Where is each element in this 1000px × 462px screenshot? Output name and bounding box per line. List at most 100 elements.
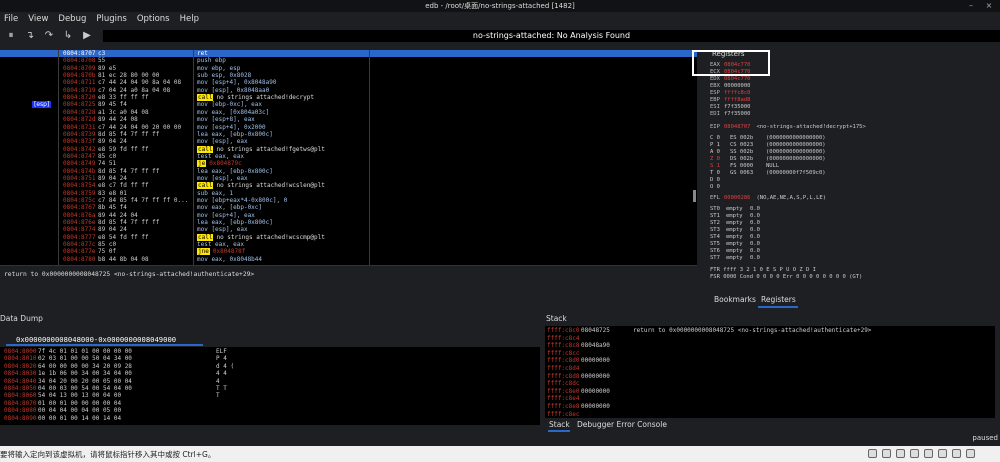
instruction-text: mov [ebp+eax*4-0x800c], 0 bbox=[197, 197, 288, 204]
dump-hex: 01 00 01 00 00 00 00 04 bbox=[38, 399, 122, 407]
flag-row[interactable]: A 0 SS 002b (0000000000000000) bbox=[710, 149, 826, 156]
flag-row[interactable]: Z 0 DS 002b (0000000000000000) bbox=[710, 156, 826, 163]
stack-tabs: Stack Debugger Error Console bbox=[545, 418, 1000, 432]
dump-hex: 34 04 20 00 20 00 05 00 04 bbox=[38, 377, 132, 385]
menu-file[interactable]: File bbox=[4, 14, 18, 24]
segment-desc: (0000000000000000) bbox=[766, 156, 826, 162]
stack-address: ffff:c8c8 bbox=[547, 342, 580, 350]
call-keyword: call bbox=[197, 233, 214, 241]
fpu-row[interactable]: ST5 empty 0.0 bbox=[710, 241, 760, 248]
fpu-status: empty bbox=[726, 213, 743, 219]
dump-address: 0804:8070 bbox=[4, 399, 37, 407]
register-row-efl[interactable]: EFL 00000286 (NO,AE,NE,A,S,P,L,LE) bbox=[710, 195, 826, 202]
dump-address: 0804:8040 bbox=[4, 377, 37, 385]
register-value: f7f35000 bbox=[724, 111, 751, 117]
device-icon[interactable] bbox=[910, 449, 919, 458]
flag-row[interactable]: T 0 GS 0063 (00000000f7f509c0) bbox=[710, 170, 826, 177]
dump-ascii: 4 bbox=[216, 377, 220, 385]
fpu-name: ST3 bbox=[710, 227, 720, 233]
fpu-status: empty bbox=[726, 220, 743, 226]
fpu-value: 0.0 bbox=[750, 241, 760, 247]
register-row[interactable]: EBP ffff8ad8 bbox=[710, 97, 751, 104]
device-icon[interactable] bbox=[938, 449, 947, 458]
close-icon[interactable]: × bbox=[984, 1, 994, 11]
stack-view[interactable]: ffff:c8c0 08048725 return to 0x00000000080… bbox=[545, 326, 995, 418]
disasm-row[interactable]: 0804:8780 b8 44 8b 04 08 mov eax, 0x8048b4… bbox=[0, 256, 697, 264]
instruction-text: mov [esp], eax bbox=[197, 174, 248, 182]
register-value: 0804c770 bbox=[724, 76, 751, 82]
dump-ascii: d 4 ( bbox=[216, 362, 235, 370]
menu-help[interactable]: Help bbox=[180, 14, 199, 24]
register-name: EFL bbox=[710, 195, 720, 201]
tab-stack[interactable]: Stack bbox=[549, 420, 570, 429]
step-into-icon[interactable]: ↴ bbox=[23, 29, 37, 43]
dump-hex: 64 00 00 00 00 34 20 09 28 bbox=[38, 362, 132, 370]
tab-bookmarks[interactable]: Bookmarks bbox=[714, 295, 756, 304]
fpu-row[interactable]: ST1 empty 0.0 bbox=[710, 213, 760, 220]
register-row[interactable]: ESP ffffc8c0 bbox=[710, 90, 751, 97]
tab-debugger-error-console[interactable]: Debugger Error Console bbox=[577, 420, 667, 429]
flag-value: C 0 bbox=[710, 135, 720, 141]
window-title: edb - /root/桌面/no-strings-attached [1482… bbox=[425, 2, 575, 10]
pause-icon[interactable]: ⏸ bbox=[4, 29, 18, 43]
flag-row[interactable]: O 0 bbox=[710, 184, 766, 191]
dump-range-tab[interactable]: 0x0000000008048000-0x0000000008049000 bbox=[16, 335, 176, 344]
fpu-row[interactable]: ST0 empty 0.0 bbox=[710, 206, 760, 213]
fpu-row[interactable]: ST2 empty 0.0 bbox=[710, 220, 760, 227]
registers-panel[interactable]: EAX 0804c770 ECX 0804c770 EDX 0804c770 EBX 0000… bbox=[700, 50, 990, 290]
data-dump-view[interactable]: 0804:8000 7f 4c 01 01 01 00 00 00 00 ELF 08… bbox=[0, 347, 540, 425]
dump-hex: 02 03 01 00 00 50 04 34 00 bbox=[38, 355, 132, 363]
segment-desc: (0000000000000000) bbox=[766, 142, 826, 148]
device-icon[interactable] bbox=[896, 449, 905, 458]
menu-options[interactable]: Options bbox=[137, 14, 170, 24]
dump-ascii: ELF bbox=[216, 348, 227, 355]
register-row[interactable]: EBX 00000000 bbox=[710, 83, 751, 90]
instruction-bytes: b8 44 8b 04 08 bbox=[98, 255, 149, 263]
device-icon[interactable] bbox=[868, 449, 877, 458]
stack-address: ffff:c8cc bbox=[547, 349, 580, 357]
minimize-icon[interactable]: – bbox=[966, 1, 976, 11]
register-row[interactable]: EDI f7f35000 bbox=[710, 111, 751, 118]
stack-value: 08048a90 bbox=[581, 342, 610, 350]
instruction-text: lea eax, [ebp-0x800c] bbox=[197, 130, 273, 138]
disassembly-view[interactable]: 0804:8707 c3 ret 0804:8708 55 push ebp 0804:87… bbox=[0, 50, 697, 265]
stack-comment: return to 0x0000000008048725 <no-strings… bbox=[633, 327, 872, 334]
device-icon[interactable] bbox=[924, 449, 933, 458]
dump-address: 0804:8020 bbox=[4, 362, 37, 370]
call-target: no strings attached!wcslen@plt bbox=[216, 182, 325, 190]
register-row[interactable]: EDX 0804c770 bbox=[710, 76, 751, 83]
fpu-row[interactable]: ST4 empty 0.0 bbox=[710, 234, 760, 241]
flag-row[interactable]: C 0 ES 002b (0000000000000000) bbox=[710, 135, 826, 142]
instruction-text: mov eax, 0x8048b44 bbox=[197, 255, 263, 263]
instruction-text: mov [esp], eax bbox=[197, 226, 248, 234]
menu-view[interactable]: View bbox=[28, 14, 48, 24]
fpu-row[interactable]: ST7 empty 0.0 bbox=[710, 255, 760, 262]
menu-debug[interactable]: Debug bbox=[58, 14, 86, 24]
tab-registers[interactable]: Registers bbox=[761, 295, 796, 304]
fpu-row[interactable]: ST3 empty 0.0 bbox=[710, 227, 760, 234]
register-row-eip[interactable]: EIP 08048707 <no-strings-attached!decrypt+… bbox=[710, 124, 866, 131]
flag-value: S 1 bbox=[710, 163, 720, 169]
call-target: no strings attached!fgetws@plt bbox=[216, 145, 325, 153]
step-over-icon[interactable]: ↷ bbox=[42, 29, 56, 43]
instruction-text: mov [esp+4], eax bbox=[197, 211, 255, 219]
step-out-icon[interactable]: ↳ bbox=[61, 29, 75, 43]
disassembly-scrollbar[interactable] bbox=[693, 190, 696, 202]
debugger-status: paused bbox=[972, 434, 998, 442]
run-icon[interactable]: ▶ bbox=[80, 29, 94, 43]
data-dump-title: Data Dump bbox=[0, 314, 43, 323]
flag-row[interactable]: P 1 CS 0023 (0000000000000000) bbox=[710, 142, 826, 149]
flag-row[interactable]: S 1 FS 0000 NULL bbox=[710, 163, 779, 170]
dump-address: 0804:8060 bbox=[4, 392, 37, 400]
register-row[interactable]: ESI f7f35000 bbox=[710, 104, 751, 111]
instruction-info-bar: return to 0x0000000008048725 <no-strings… bbox=[0, 265, 697, 305]
device-icon[interactable] bbox=[882, 449, 891, 458]
device-icon[interactable] bbox=[966, 449, 975, 458]
device-icon[interactable] bbox=[952, 449, 961, 458]
flag-row[interactable]: D 0 bbox=[710, 177, 766, 184]
fpu-row[interactable]: ST6 empty 0.0 bbox=[710, 248, 760, 255]
instruction-text: mov [esp+8], eax bbox=[197, 116, 255, 124]
menu-plugins[interactable]: Plugins bbox=[96, 14, 126, 24]
instruction-text: sub esp, 0x8028 bbox=[197, 72, 252, 80]
flag-value: D 0 bbox=[710, 177, 720, 183]
